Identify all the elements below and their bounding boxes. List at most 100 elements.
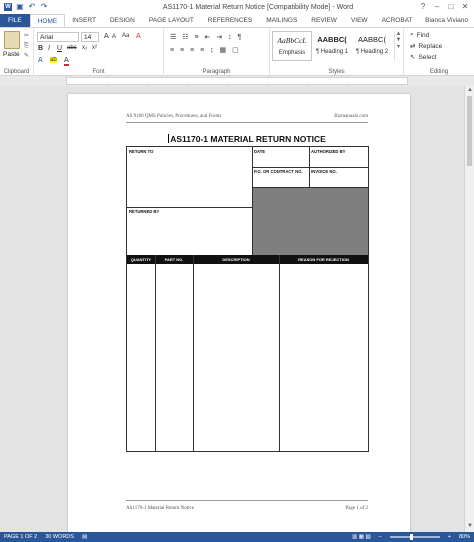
title-bar: W ▣ ↶ ↷ AS1170-1 Material Return Notice … <box>0 0 474 14</box>
paste-icon[interactable] <box>4 31 20 49</box>
style-emphasis[interactable]: AaBbCcL Emphasis <box>272 31 312 61</box>
styles-group: AaBbCcL Emphasis AABBC( ¶ Heading 1 AABB… <box>270 28 404 76</box>
help-button[interactable]: ? <box>416 1 430 13</box>
grow-font-button[interactable]: A <box>104 33 109 40</box>
subscript-button[interactable]: x₂ <box>82 45 87 51</box>
return-to-label: RETURN TO <box>129 149 154 154</box>
zoom-level[interactable]: 80% <box>459 534 474 540</box>
proofing-icon[interactable]: ▤ <box>82 534 87 540</box>
scroll-up-icon[interactable]: ▲ <box>466 87 474 95</box>
window-title: AS1170-1 Material Return Notice [Compati… <box>162 3 354 11</box>
ribbon: Paste ✂ ⎘ ✎ Clipboard Arial 14 A A Aa A … <box>0 28 474 76</box>
select-button[interactable]: ↖ Select <box>410 53 437 62</box>
tab-design[interactable]: DESIGN <box>103 14 142 27</box>
zoom-out-icon[interactable]: – <box>379 534 382 540</box>
view-mode-icons[interactable]: ▥ ▦ ▧ <box>352 534 371 540</box>
paragraph-group: ☰ ☷ ≡ ⇤ ⇥ ↕ ¶ ≡ ≡ ≡ ≡ ↨ ▦ ▢ Paragraph <box>164 28 270 76</box>
date-label: DATE <box>254 149 266 154</box>
items-table-header: QUANTITY PART NO. DESCRIPTION REASON FOR… <box>127 255 368 264</box>
change-case-button[interactable]: Aa <box>122 33 129 39</box>
word-logo-icon: W <box>4 3 12 11</box>
format-painter-icon[interactable]: ✎ <box>24 53 32 59</box>
invoice-label: INVOICE NO. <box>311 169 337 174</box>
font-group: Arial 14 A A Aa A B I U abc x₂ x² A ab A… <box>34 28 164 76</box>
scroll-down-icon[interactable]: ▼ <box>466 523 474 531</box>
tab-references[interactable]: REFERENCES <box>201 14 259 27</box>
horizontal-ruler[interactable]: · · · · · · · <box>66 77 408 85</box>
tab-page-layout[interactable]: PAGE LAYOUT <box>142 14 201 27</box>
shaded-area <box>253 188 368 255</box>
clear-formatting-button[interactable]: A <box>136 33 141 40</box>
tab-home[interactable]: HOME <box>29 14 66 27</box>
highlight-button[interactable]: ab <box>50 57 57 63</box>
superscript-button[interactable]: x² <box>92 45 97 51</box>
tab-mailings[interactable]: MAILINGS <box>259 14 304 27</box>
authorized-by-label: AUTHORIZED BY <box>311 149 346 154</box>
minimize-button[interactable]: – <box>430 1 444 13</box>
footer-right: Page 1 of 2 <box>345 506 368 511</box>
paragraph-label: Paragraph <box>202 69 231 75</box>
find-button[interactable]: ⌕ Find <box>410 31 429 39</box>
ruler-area: · · · · · · · <box>0 76 474 86</box>
header-rule <box>126 122 368 123</box>
document-title[interactable]: AS1170-1 MATERIAL RETURN NOTICE <box>126 134 368 144</box>
header-right: Bizmanualz.com <box>334 114 368 119</box>
clipboard-group: Paste ✂ ⎘ ✎ Clipboard <box>0 28 34 76</box>
status-bar: PAGE 1 OF 2 30 WORDS ▤ ▥ ▦ ▧ – + 80% <box>0 532 474 542</box>
word-count[interactable]: 30 WORDS <box>45 534 74 540</box>
returned-by-label: RETURNED BY <box>129 209 160 214</box>
text-effects-button[interactable]: A <box>38 57 43 64</box>
redo-icon[interactable]: ↷ <box>40 3 48 11</box>
return-notice-form: RETURN TO DATE AUTHORIZED BY P.O. OR CON… <box>126 146 369 452</box>
styles-scroll-icon[interactable]: ▲ ▼ ▾ <box>394 31 402 61</box>
font-name-select[interactable]: Arial <box>37 32 79 42</box>
search-icon: ⌕ <box>410 31 414 38</box>
document-workspace: AS 9100 QMS Policies, Procedures, and Fo… <box>0 86 464 532</box>
underline-button[interactable]: U <box>57 45 62 52</box>
column-reason: REASON FOR REJECTION <box>298 257 349 262</box>
cut-icon[interactable]: ✂ <box>24 33 32 39</box>
style-heading-1[interactable]: AABBC( ¶ Heading 1 <box>312 31 352 61</box>
po-contract-label: P.O. OR CONTRACT NO. <box>254 169 303 174</box>
user-name[interactable]: Bianca Viviano <box>425 14 474 27</box>
footer-rule <box>126 500 368 501</box>
column-part-no: PART NO. <box>164 257 184 262</box>
italic-button[interactable]: I <box>48 45 50 52</box>
column-description: DESCRIPTION <box>222 257 250 262</box>
vertical-scrollbar[interactable]: ▲ ▼ <box>464 86 474 532</box>
zoom-in-icon[interactable]: + <box>448 534 451 540</box>
scroll-thumb[interactable] <box>467 96 472 166</box>
list-buttons[interactable]: ☰ ☷ ≡ ⇤ ⇥ ↕ ¶ <box>170 33 243 41</box>
tab-view[interactable]: VIEW <box>344 14 375 27</box>
document-page[interactable]: AS 9100 QMS Policies, Procedures, and Fo… <box>68 94 410 532</box>
ribbon-tabs: FILE HOME INSERT DESIGN PAGE LAYOUT REFE… <box>0 14 474 28</box>
shrink-font-button[interactable]: A <box>112 34 116 40</box>
strikethrough-button[interactable]: abc <box>67 45 77 51</box>
editing-group: ⌕ Find ⇄ Replace ↖ Select Editing <box>404 28 474 76</box>
zoom-slider[interactable] <box>389 534 440 540</box>
page-count[interactable]: PAGE 1 OF 2 <box>4 534 37 540</box>
editing-label: Editing <box>429 69 449 75</box>
style-heading-2[interactable]: AABBC( ¶ Heading 2 <box>352 31 392 61</box>
close-button[interactable]: ✕ <box>458 1 472 13</box>
styles-label: Styles <box>328 69 345 75</box>
font-color-button[interactable]: A <box>64 57 69 66</box>
tab-file[interactable]: FILE <box>0 14 30 27</box>
column-quantity: QUANTITY <box>130 257 152 262</box>
header-left: AS 9100 QMS Policies, Procedures, and Fo… <box>126 114 222 119</box>
tab-acrobat[interactable]: ACROBAT <box>375 14 420 27</box>
maximize-button[interactable]: □ <box>444 1 458 13</box>
alignment-buttons[interactable]: ≡ ≡ ≡ ≡ ↨ ▦ ▢ <box>170 46 241 54</box>
clipboard-label: Clipboard <box>3 69 30 75</box>
tab-insert[interactable]: INSERT <box>65 14 103 27</box>
tab-review[interactable]: REVIEW <box>304 14 344 27</box>
bold-button[interactable]: B <box>38 45 43 52</box>
font-label: Font <box>92 69 105 75</box>
undo-icon[interactable]: ↶ <box>28 3 36 11</box>
copy-icon[interactable]: ⎘ <box>24 43 32 49</box>
replace-icon: ⇄ <box>410 43 416 50</box>
save-icon[interactable]: ▣ <box>16 3 24 11</box>
replace-button[interactable]: ⇄ Replace <box>410 42 442 51</box>
font-size-select[interactable]: 14 <box>81 32 99 42</box>
paste-button[interactable]: Paste <box>3 51 20 58</box>
